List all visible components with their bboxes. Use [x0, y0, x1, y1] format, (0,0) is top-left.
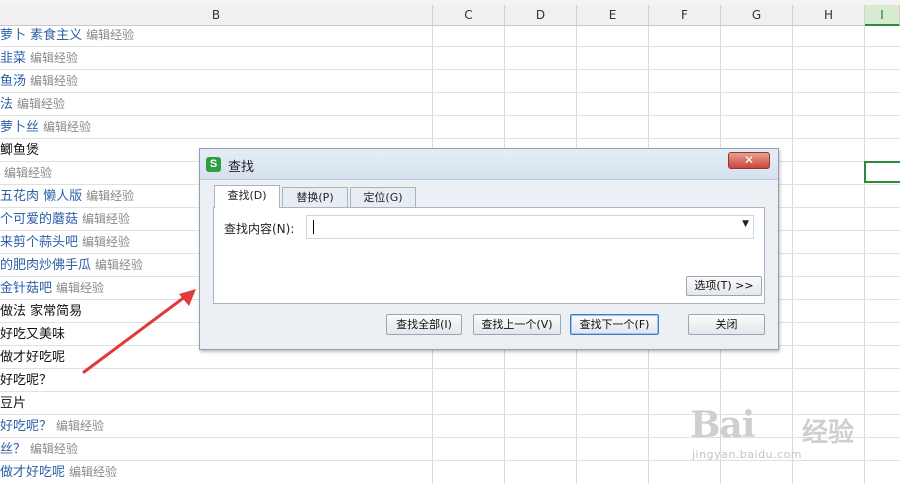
close-icon[interactable]: ✕ [728, 152, 770, 169]
search-label: 查找内容(N): [224, 222, 295, 236]
text-caret [313, 220, 314, 234]
close-button[interactable]: 关闭 [688, 314, 765, 335]
dialog-title: 查找 [228, 160, 255, 175]
find-panel: 查找内容(N): ▼ 选项(T) >> [213, 207, 765, 304]
dropdown-arrow-icon[interactable]: ▼ [742, 219, 749, 229]
dialog-titlebar[interactable]: S 查找 ✕ [200, 149, 778, 180]
tab-replace[interactable]: 替换(P) [282, 187, 348, 207]
find-all-button[interactable]: 查找全部(I) [386, 314, 462, 335]
options-button[interactable]: 选项(T) >> [686, 276, 762, 296]
tab-find[interactable]: 查找(D) [214, 185, 280, 208]
arrow-to-dialog-left [82, 289, 196, 374]
dialog-body: 查找(D) 替换(P) 定位(G) 查找内容(N): ▼ 选项(T) >> [208, 185, 770, 305]
find-next-button[interactable]: 查找下一个(F) [570, 314, 659, 335]
wps-app-icon: S [206, 157, 221, 172]
find-previous-button[interactable]: 查找上一个(V) [473, 314, 561, 335]
tab-goto[interactable]: 定位(G) [350, 187, 416, 207]
find-dialog: S 查找 ✕ 查找(D) 替换(P) 定位(G) 查找内容(N): ▼ 选项(T… [199, 148, 779, 350]
search-input[interactable]: ▼ [306, 215, 754, 239]
